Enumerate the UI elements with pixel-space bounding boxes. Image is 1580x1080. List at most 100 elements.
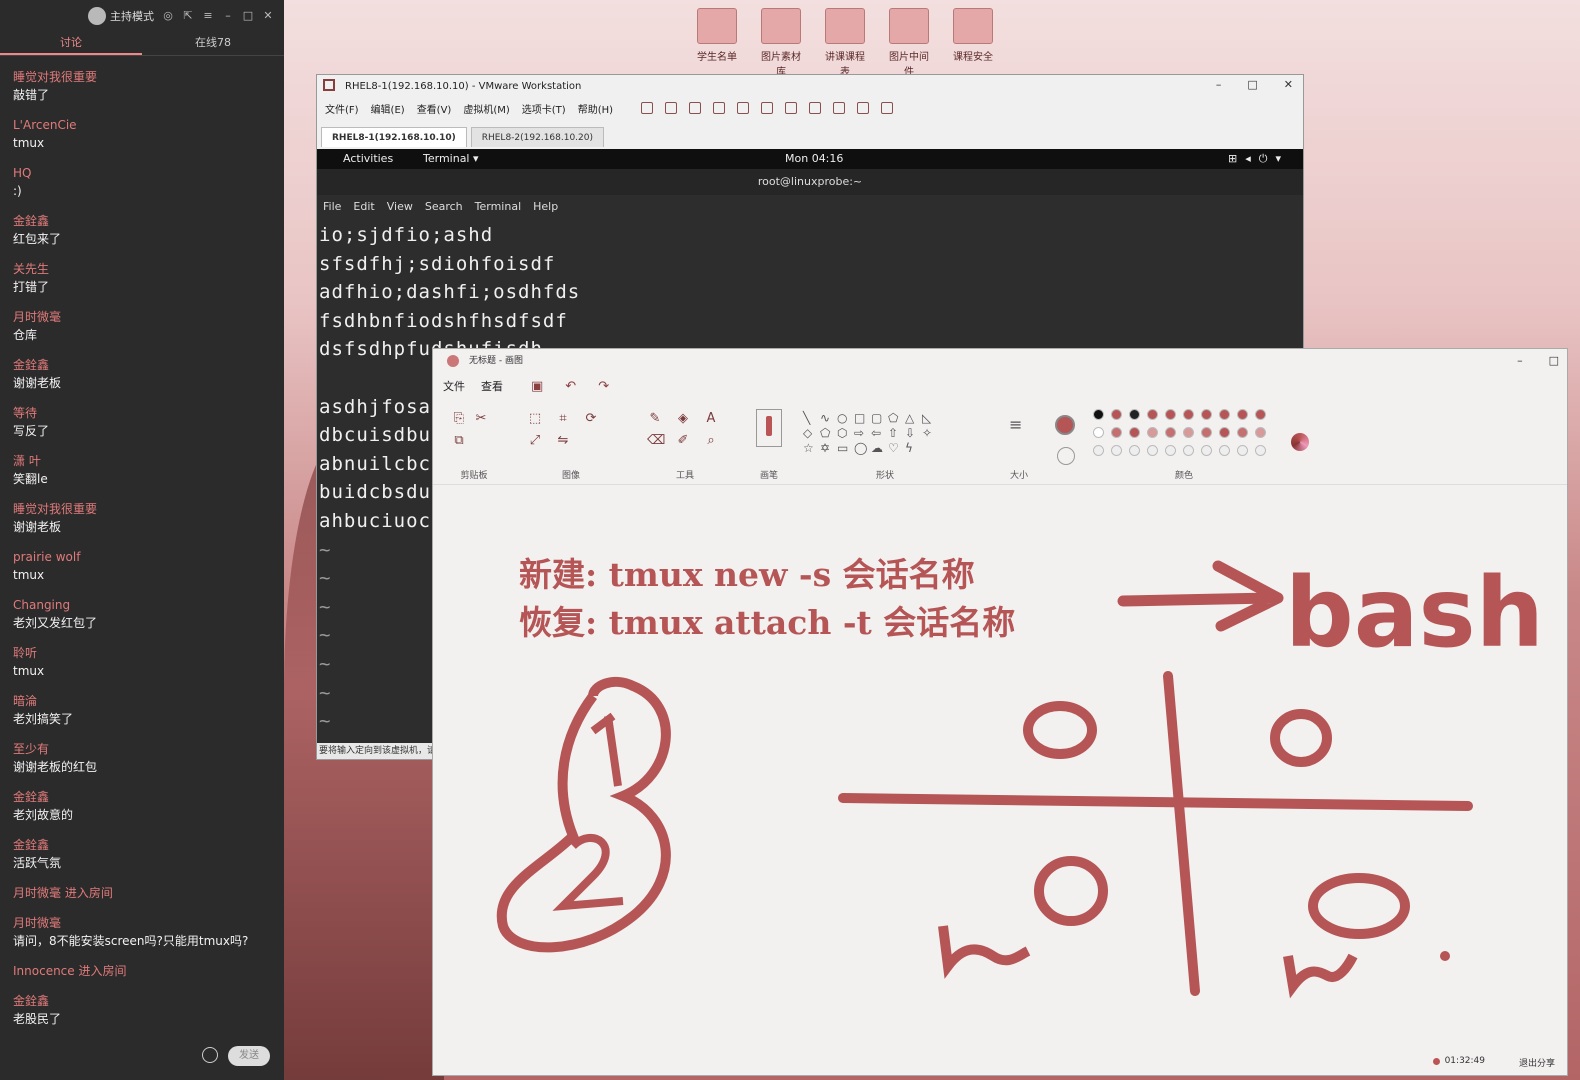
curve-shape-icon[interactable]: ∿ (820, 411, 836, 425)
color-swatch[interactable] (1237, 427, 1248, 438)
revert-snapshot-icon[interactable] (713, 102, 726, 114)
snapshot-manager-icon[interactable] (737, 102, 750, 114)
minimize-icon[interactable]: – (1517, 349, 1523, 373)
maximize-icon[interactable]: □ (1549, 349, 1559, 373)
close-icon[interactable]: ✕ (1284, 78, 1293, 91)
chat-message-author[interactable]: Innocence 进入房间 (13, 962, 284, 980)
menu-vm[interactable]: 虚拟机(M) (463, 101, 509, 116)
line-shape-icon[interactable]: ╲ (803, 411, 819, 425)
cut-icon[interactable]: ✂ (473, 411, 489, 427)
color-swatch[interactable] (1129, 409, 1140, 420)
chat-message-author[interactable]: 潇 叶 (13, 452, 284, 470)
arrow-right-icon[interactable]: ⇨ (854, 426, 870, 440)
vm-tab-rhel8-2[interactable]: RHEL8-2(192.168.10.20) (470, 127, 605, 147)
color-palette[interactable] (1093, 401, 1267, 456)
color-swatch[interactable] (1201, 409, 1212, 420)
color-swatch[interactable] (1201, 445, 1212, 456)
rotate-icon[interactable]: ⟳ (583, 411, 599, 427)
menu-tabs[interactable]: 选项卡(T) (522, 101, 566, 116)
color-swatch[interactable] (1129, 427, 1140, 438)
magnifier-icon[interactable]: ⌕ (703, 433, 719, 449)
chat-message-author[interactable]: 至少有 (13, 740, 284, 758)
arrow-up-icon[interactable]: ⇧ (888, 426, 904, 440)
brush-icon[interactable] (756, 409, 782, 447)
desktop-icon[interactable]: 课程安全 (950, 8, 996, 78)
select-icon[interactable]: ⬚ (527, 411, 543, 427)
desktop-icon[interactable]: 学生名单 (694, 8, 740, 78)
color-swatch[interactable] (1093, 409, 1104, 420)
desktop-icon[interactable]: 讲课课程表 (822, 8, 868, 78)
pentagon-shape-icon[interactable]: ⬠ (820, 426, 836, 440)
color-swatch[interactable] (1183, 445, 1194, 456)
triangle-shape-icon[interactable]: △ (905, 411, 921, 425)
text-icon[interactable]: A (703, 411, 719, 427)
chat-message-author[interactable]: 睡觉对我很重要 (13, 500, 284, 518)
color-swatch[interactable] (1255, 445, 1266, 456)
paint-tab-view[interactable]: 查看 (481, 373, 503, 401)
save-icon[interactable]: ▣ (531, 373, 543, 401)
close-icon[interactable]: ✕ (262, 10, 274, 22)
chat-message-author[interactable]: prairie wolf (13, 548, 284, 566)
minimize-icon[interactable]: – (1216, 78, 1222, 91)
color-swatch[interactable] (1129, 445, 1140, 456)
paste-icon[interactable]: ⎘ (451, 411, 467, 427)
rectangle-shape-icon[interactable]: □ (854, 411, 870, 425)
color-swatch[interactable] (1147, 427, 1158, 438)
color-swatch[interactable] (1147, 409, 1158, 420)
color-swatch[interactable] (1183, 409, 1194, 420)
chat-message-author[interactable]: 月时微毫 进入房间 (13, 884, 284, 902)
menu-file[interactable]: 文件(F) (325, 101, 359, 116)
star5-shape-icon[interactable]: ☆ (803, 441, 819, 455)
system-status-icons[interactable]: ⊞◂⏻▾ (1228, 152, 1289, 166)
paint-tab-file[interactable]: 文件 (443, 373, 465, 401)
app-menu[interactable]: Terminal ▾ (423, 152, 479, 165)
terminal-menu-search[interactable]: Search (425, 195, 463, 219)
resize-icon[interactable]: ⤢ (527, 433, 543, 449)
color-swatch[interactable] (1219, 427, 1230, 438)
hexagon-shape-icon[interactable]: ⬡ (837, 426, 853, 440)
color-swatch[interactable] (1165, 427, 1176, 438)
menu-view[interactable]: 查看(V) (417, 101, 452, 116)
color-swatch[interactable] (1219, 445, 1230, 456)
terminal-menu-terminal[interactable]: Terminal (475, 195, 522, 219)
chat-message-author[interactable]: 等待 (13, 404, 284, 422)
chat-message-author[interactable]: L'ArcenCie (13, 116, 284, 134)
settings-icon[interactable]: ◎ (162, 10, 174, 22)
chat-message-author[interactable]: 聆听 (13, 644, 284, 662)
pencil-icon[interactable]: ✎ (647, 411, 663, 427)
callout-cloud-icon[interactable]: ☁ (871, 441, 887, 455)
copy-icon[interactable]: ⧉ (451, 433, 467, 449)
color-swatch[interactable] (1219, 409, 1230, 420)
send-keys-icon[interactable] (665, 102, 678, 114)
menu-icon[interactable]: ≡ (202, 10, 214, 22)
chat-message-author[interactable]: 金銓鑫 (13, 992, 284, 1010)
color-swatch[interactable] (1255, 427, 1266, 438)
fullscreen-icon[interactable] (809, 102, 822, 114)
chat-message-author[interactable]: 月时微毫 (13, 308, 284, 326)
color-swatch[interactable] (1111, 427, 1122, 438)
color-swatch[interactable] (1237, 445, 1248, 456)
callout-oval-icon[interactable]: ◯ (854, 441, 870, 455)
chat-message-author[interactable]: Changing (13, 596, 284, 614)
color-swatch[interactable] (1255, 409, 1266, 420)
edit-colors-icon[interactable] (1291, 433, 1309, 451)
unity-icon[interactable] (833, 102, 846, 114)
color-swatch[interactable] (1093, 427, 1104, 438)
oval-shape-icon[interactable]: ○ (837, 411, 853, 425)
eraser-icon[interactable]: ⌫ (647, 433, 665, 449)
color-swatch[interactable] (1201, 427, 1212, 438)
stretch-icon[interactable] (881, 102, 894, 114)
tab-online[interactable]: 在线78 (142, 32, 284, 55)
color-swatch[interactable] (1165, 409, 1176, 420)
chat-message-author[interactable]: 月时微毫 (13, 914, 284, 932)
star6-shape-icon[interactable]: ✡ (820, 441, 836, 455)
color-picker-icon[interactable]: ✐ (675, 433, 691, 449)
chat-message-author[interactable]: 暗淪 (13, 692, 284, 710)
pause-icon[interactable] (641, 102, 654, 114)
chat-message-author[interactable]: 睡觉对我很重要 (13, 68, 284, 86)
color-swatch[interactable] (1183, 427, 1194, 438)
star4-shape-icon[interactable]: ✧ (922, 426, 938, 440)
snapshot-icon[interactable] (689, 102, 702, 114)
color-swatch[interactable] (1147, 445, 1158, 456)
color-swatch[interactable] (1093, 445, 1104, 456)
